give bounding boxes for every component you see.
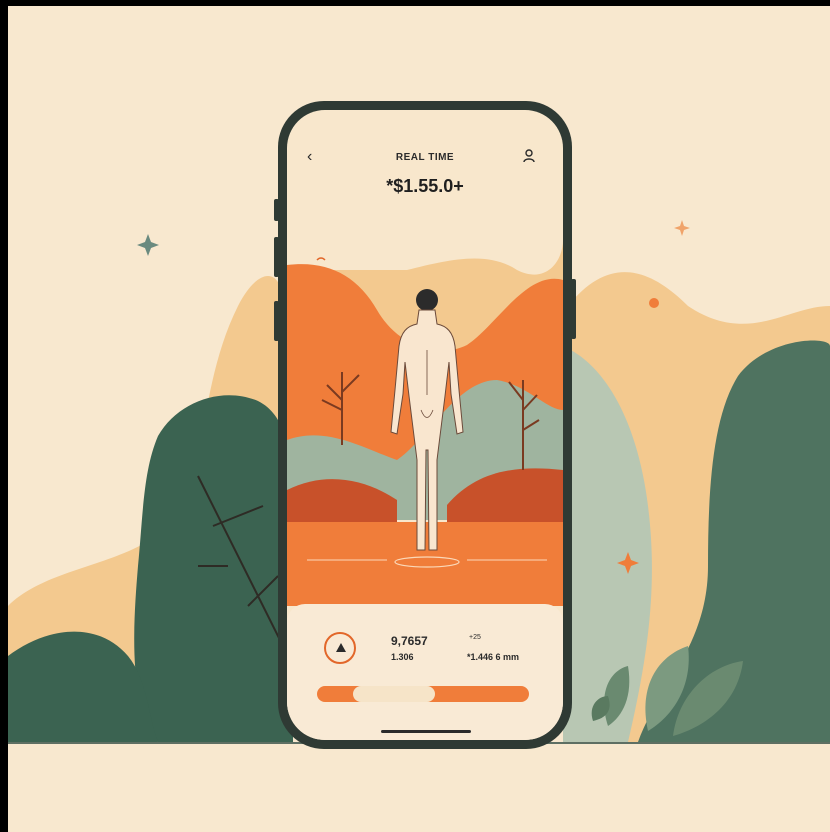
phone-screen: ‹ REAL TIME *$1.55.0+ 9,7657 1.306 +25 *…	[287, 110, 563, 740]
sparkle-right-top	[674, 220, 690, 236]
stats-card: 9,7657 1.306 +25 *1.446 6 mm	[287, 604, 563, 740]
progress-bar[interactable]	[317, 686, 529, 702]
phone-side-button	[274, 237, 279, 277]
dark-leaf-left	[134, 395, 293, 742]
sparkle-left	[137, 234, 159, 256]
home-indicator[interactable]	[381, 730, 471, 733]
price-display: *$1.55.0+	[386, 176, 464, 196]
progress-thumb[interactable]	[353, 686, 435, 702]
play-icon	[336, 643, 346, 652]
illustration-canvas: ‹ REAL TIME *$1.55.0+ 9,7657 1.306 +25 *…	[8, 6, 830, 832]
primary-value: 9,7657	[391, 634, 428, 648]
orange-dot	[649, 298, 659, 308]
secondary-value: *1.446 6 mm	[467, 652, 520, 662]
play-button[interactable]	[324, 632, 356, 664]
phone-power-button	[571, 279, 576, 339]
phone-side-button	[274, 199, 279, 221]
phone-frame: ‹ REAL TIME *$1.55.0+ 9,7657 1.306 +25 *…	[274, 101, 576, 749]
secondary-label: +25	[469, 634, 481, 641]
phone-side-button	[274, 301, 279, 341]
primary-sub: 1.306	[391, 652, 414, 662]
user-icon[interactable]	[521, 148, 537, 164]
bird-icon	[316, 257, 326, 261]
phone-notch	[378, 102, 454, 108]
